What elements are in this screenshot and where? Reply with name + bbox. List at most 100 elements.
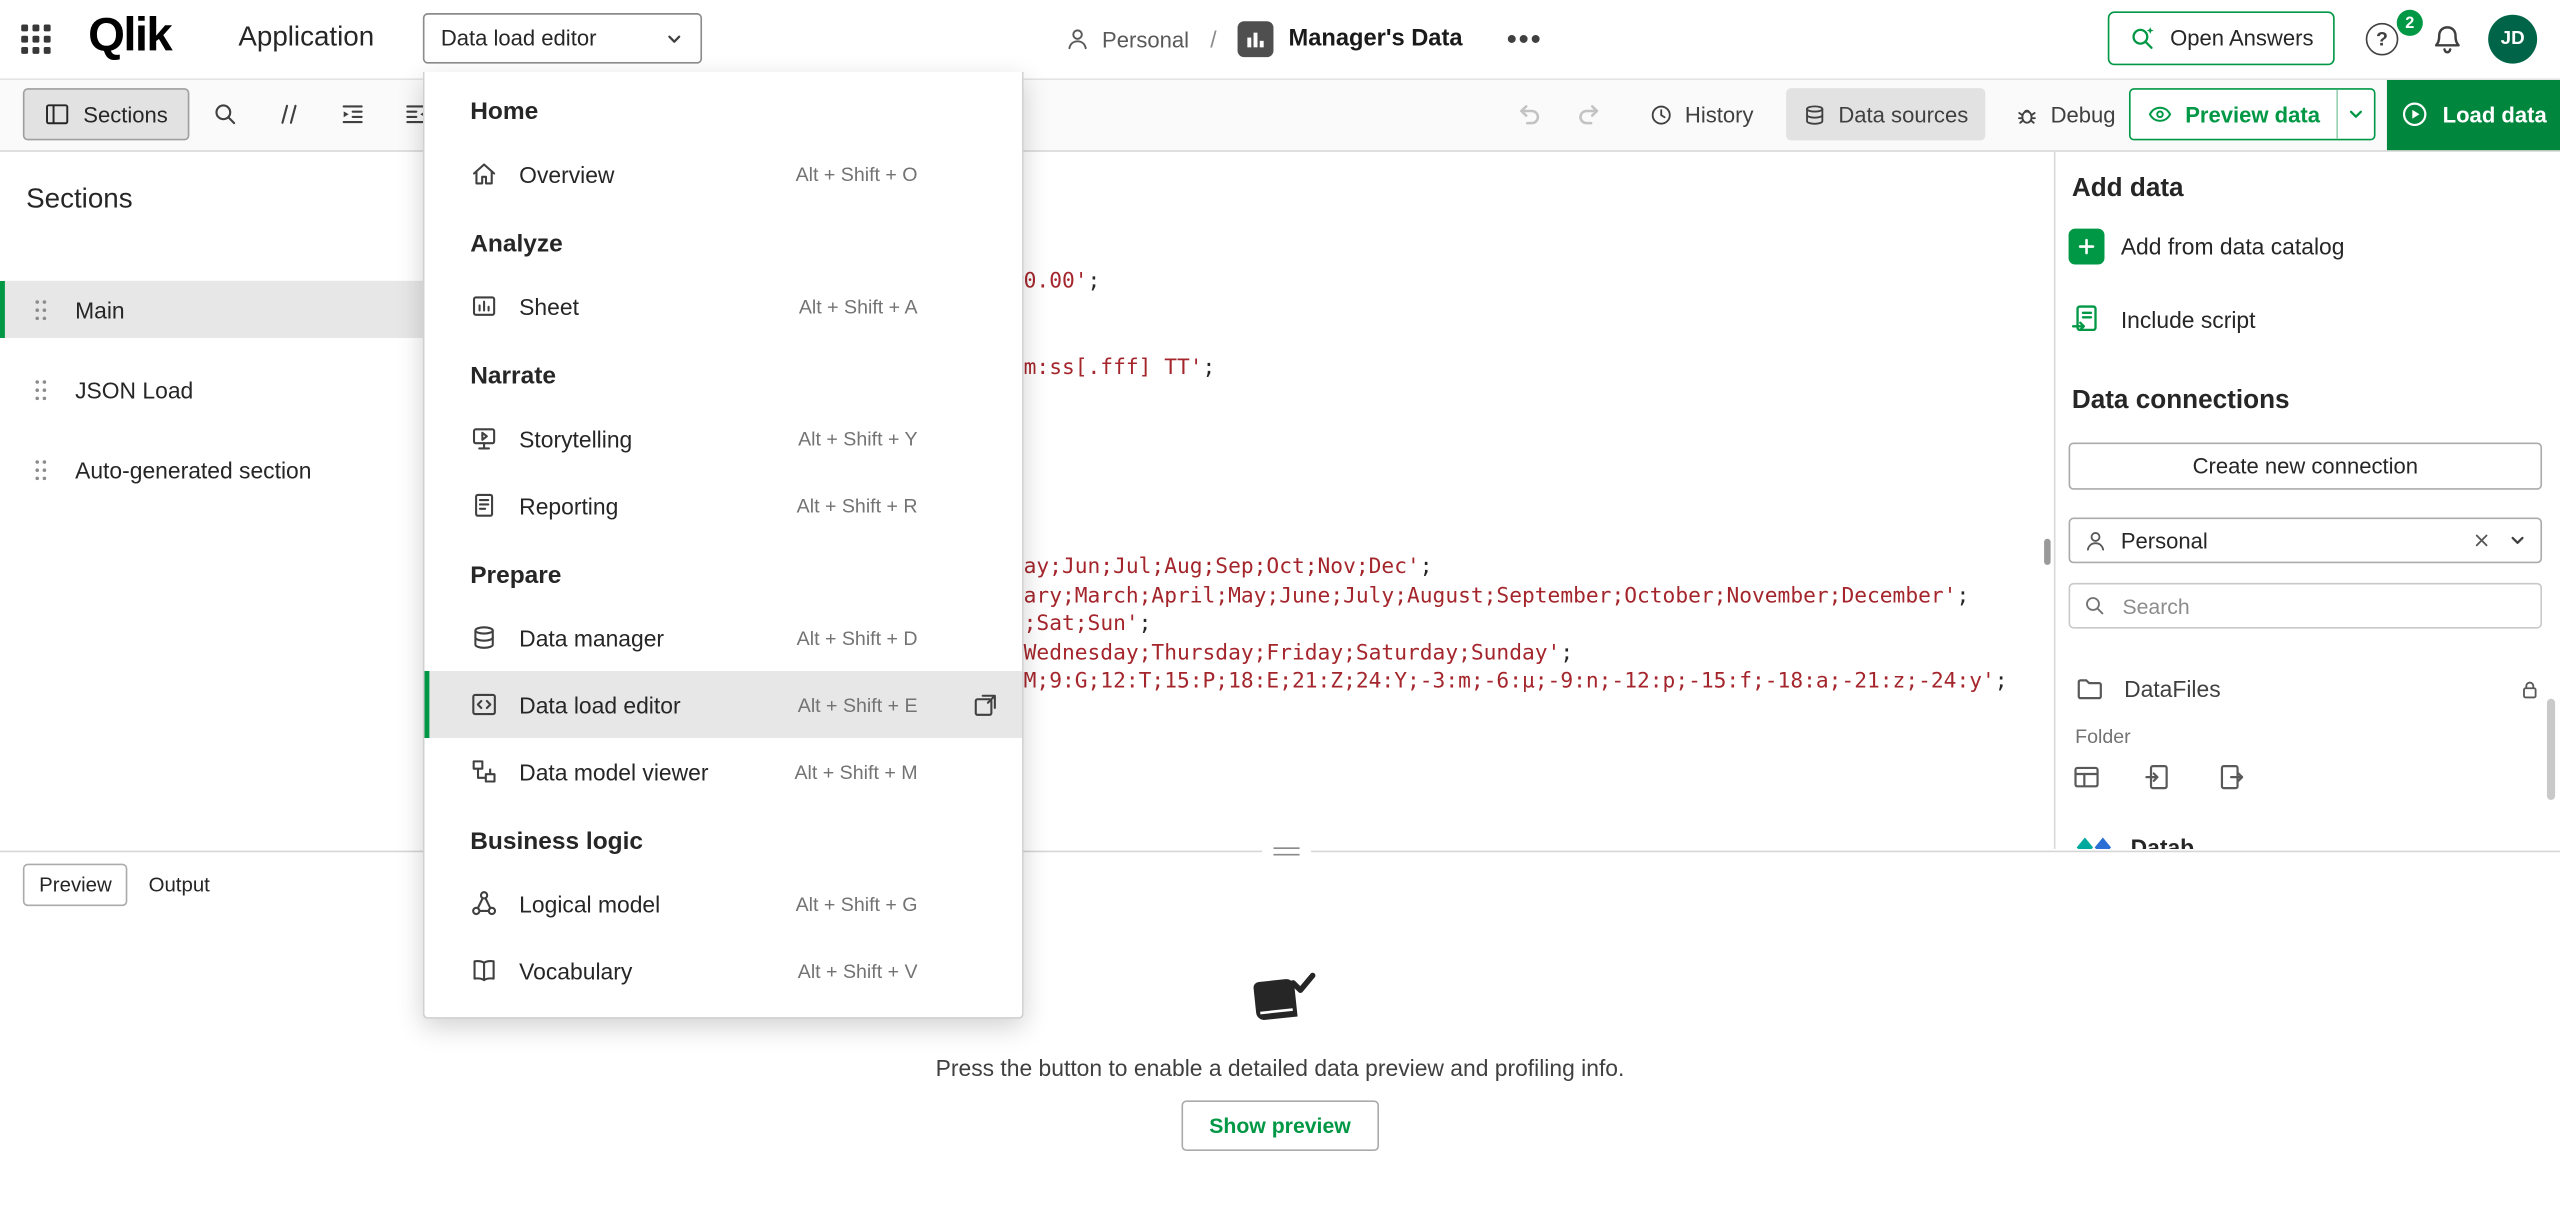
connection-item-partial[interactable]: Datab	[2056, 823, 2560, 849]
menu-item-storytelling[interactable]: Storytelling Alt + Shift + Y	[424, 405, 1022, 472]
app-name[interactable]: Manager's Data	[1288, 26, 1462, 52]
add-data-panel: Add data Add from data catalog Include s…	[2054, 150, 2560, 849]
table-icon	[2072, 762, 2101, 791]
menu-item-shortcut: Alt + Shift + M	[794, 760, 917, 783]
menu-item-shortcut: Alt + Shift + E	[798, 693, 918, 716]
section-item-label: Main	[75, 296, 125, 322]
search-script-button[interactable]	[199, 88, 251, 140]
menu-item-shortcut: Alt + Shift + R	[797, 494, 918, 517]
undo-button[interactable]	[1502, 88, 1554, 140]
add-from-catalog-label: Add from data catalog	[2121, 233, 2345, 259]
menu-item-sheet[interactable]: Sheet Alt + Shift + A	[424, 273, 1022, 340]
comment-button[interactable]	[263, 88, 315, 140]
connection-search-input[interactable]	[2119, 592, 2527, 620]
notifications-button[interactable]	[2431, 23, 2464, 56]
add-data-title: Add data	[2072, 175, 2184, 204]
comment-slashes-icon	[276, 101, 302, 127]
menu-group-home: Home	[424, 75, 1022, 140]
section-item-label: JSON Load	[75, 376, 193, 402]
menu-item-label: Reporting	[519, 492, 618, 518]
export-file-button[interactable]	[2216, 762, 2245, 791]
drag-handle-icon[interactable]	[33, 376, 49, 402]
connections-scrollbar[interactable]	[2547, 699, 2555, 800]
file-export-icon	[2216, 762, 2245, 791]
help-button[interactable]: ?	[2366, 23, 2399, 56]
connection-actions	[2072, 762, 2245, 791]
open-new-t​ab-button[interactable]	[971, 691, 999, 719]
eye-icon	[2148, 101, 2174, 127]
open-answers-button[interactable]: Open Answers	[2108, 11, 2335, 65]
preview-empty-message: Press the button to enable a detailed da…	[0, 1055, 2560, 1081]
menu-item-reporting[interactable]: Reporting Alt + Shift + R	[424, 472, 1022, 539]
show-preview-button[interactable]: Show preview	[1181, 1100, 1378, 1151]
breadcrumb-space[interactable]: Personal	[1102, 27, 1189, 51]
chevron-down-icon	[2346, 104, 2366, 124]
include-script-label: Include script	[2121, 307, 2256, 333]
editor-scrollbar[interactable]	[2044, 539, 2051, 565]
undo-icon	[1513, 100, 1542, 129]
space-selector[interactable]: Personal	[2069, 518, 2542, 564]
sections-panel-title: Sections	[26, 183, 132, 216]
app-thumbnail-icon	[1238, 21, 1274, 57]
include-script-button[interactable]: Include script	[2069, 302, 2256, 338]
pane-resize-handle[interactable]	[1262, 842, 1311, 860]
person-icon	[1064, 26, 1090, 52]
view-selector[interactable]: Data load editor	[423, 13, 702, 64]
toggle-sections-button[interactable]: Sections	[23, 88, 189, 140]
menu-item-shortcut: Alt + Shift + D	[797, 626, 918, 649]
history-button[interactable]: History	[1633, 88, 1770, 140]
data-model-icon	[470, 758, 498, 786]
data-sources-button[interactable]: Data sources	[1786, 88, 1984, 140]
app-launcher-button[interactable]	[20, 23, 53, 56]
section-item-auto-generated[interactable]: Auto-generated section	[0, 441, 423, 498]
create-connection-button[interactable]: Create new connection	[2069, 442, 2542, 489]
tab-output[interactable]: Output	[131, 864, 228, 906]
data-sources-label: Data sources	[1838, 102, 1968, 126]
space-selector-value: Personal	[2121, 528, 2208, 552]
chevron-down-icon[interactable]	[2508, 531, 2528, 551]
load-data-button[interactable]: Load data	[2387, 78, 2560, 150]
question-mark-icon: ?	[2376, 28, 2388, 51]
select-data-button[interactable]	[2072, 762, 2101, 791]
preview-data-caret-button[interactable]	[2338, 90, 2374, 139]
menu-item-data-manager[interactable]: Data manager Alt + Shift + D	[424, 604, 1022, 671]
menu-item-label: Sheet	[519, 293, 579, 319]
user-avatar[interactable]: JD	[2488, 15, 2537, 64]
app-window: Qlik Application Data load editor Person…	[0, 0, 2560, 1220]
menu-item-data-load-editor[interactable]: Data load editor Alt + Shift + E	[424, 671, 1022, 738]
plus-icon	[2069, 229, 2105, 265]
clear-icon[interactable]	[2472, 531, 2492, 551]
diamonds-icon	[2075, 836, 2114, 849]
search-icon	[212, 101, 238, 127]
import-file-button[interactable]	[2144, 762, 2173, 791]
preview-data-label: Preview data	[2185, 102, 2320, 126]
history-label: History	[1685, 102, 1754, 126]
menu-group-narrate: Narrate	[424, 340, 1022, 405]
data-manager-icon	[470, 624, 498, 652]
navigation-menu: Home Overview Alt + Shift + O Analyze Sh…	[423, 72, 1024, 1019]
more-options-button[interactable]: •••	[1497, 23, 1552, 56]
connection-item-datafiles[interactable]: DataFiles	[2056, 664, 2560, 713]
logical-model-icon	[470, 890, 498, 918]
drag-handle-icon[interactable]	[33, 456, 49, 482]
section-item-main[interactable]: Main	[0, 281, 423, 338]
tab-preview[interactable]: Preview	[23, 864, 128, 906]
book-check-icon	[1242, 970, 1317, 1029]
menu-item-data-model-viewer[interactable]: Data model viewer Alt + Shift + M	[424, 738, 1022, 805]
connection-search	[2069, 583, 2542, 629]
add-from-catalog-button[interactable]: Add from data catalog	[2069, 229, 2345, 265]
answers-sparkle-search-icon	[2129, 24, 2157, 52]
redo-button[interactable]	[1564, 88, 1616, 140]
debug-button[interactable]: Debug	[1998, 88, 2132, 140]
menu-item-logical-model[interactable]: Logical model Alt + Shift + G	[424, 870, 1022, 937]
file-import-icon	[2144, 762, 2173, 791]
sheet-icon	[470, 292, 498, 320]
preview-data-button[interactable]: Preview data	[2131, 101, 2336, 127]
menu-item-label: Data load editor	[519, 691, 680, 717]
menu-item-overview[interactable]: Overview Alt + Shift + O	[424, 140, 1022, 207]
section-item-json-load[interactable]: JSON Load	[0, 361, 423, 418]
menu-item-vocabulary[interactable]: Vocabulary Alt + Shift + V	[424, 937, 1022, 1004]
drag-handle-icon[interactable]	[33, 296, 49, 322]
indent-button[interactable]	[327, 88, 379, 140]
menu-item-shortcut: Alt + Shift + Y	[798, 427, 917, 450]
